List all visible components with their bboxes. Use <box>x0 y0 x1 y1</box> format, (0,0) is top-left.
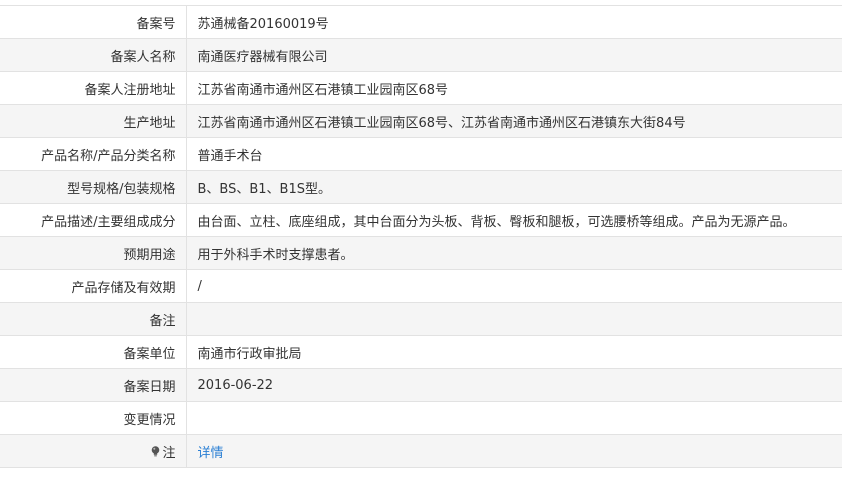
label-record-number: 备案号 <box>0 5 187 39</box>
table-row-registrant-address: 备案人注册地址 江苏省南通市通州区石港镇工业园南区68号 <box>0 71 842 105</box>
table-row-production-address: 生产地址 江苏省南通市通州区石港镇工业园南区68号、江苏省南通市通州区石港镇东大… <box>0 104 842 138</box>
table-row-remarks: 备注 <box>0 302 842 336</box>
label-registrant-address: 备案人注册地址 <box>0 71 187 105</box>
value-remarks <box>186 302 842 336</box>
label-filing-unit: 备案单位 <box>0 335 187 369</box>
label-model-spec: 型号规格/包装规格 <box>0 170 187 204</box>
value-product-description: 由台面、立柱、底座组成，其中台面分为头板、背板、臀板和腿板，可选腰桥等组成。产品… <box>186 203 842 237</box>
label-note-cell: 注 <box>0 434 187 468</box>
value-change-status <box>186 401 842 435</box>
value-production-address: 江苏省南通市通州区石港镇工业园南区68号、江苏省南通市通州区石港镇东大街84号 <box>186 104 842 138</box>
label-registrant-name: 备案人名称 <box>0 38 187 72</box>
table-row-filing-unit: 备案单位 南通市行政审批局 <box>0 335 842 369</box>
table-row-change-status: 变更情况 <box>0 401 842 435</box>
table-row-storage-validity: 产品存储及有效期 / <box>0 269 842 303</box>
label-change-status: 变更情况 <box>0 401 187 435</box>
label-remarks: 备注 <box>0 302 187 336</box>
label-storage-validity: 产品存储及有效期 <box>0 269 187 303</box>
value-record-number: 苏通械备20160019号 <box>186 5 842 39</box>
note-label-text: 注 <box>162 445 176 461</box>
note-label: 注 <box>151 442 176 461</box>
lightbulb-icon <box>151 445 160 457</box>
table-row-intended-use: 预期用途 用于外科手术时支撑患者。 <box>0 236 842 270</box>
value-registrant-address: 江苏省南通市通州区石港镇工业园南区68号 <box>186 71 842 105</box>
table-row-product-description: 产品描述/主要组成成分 由台面、立柱、底座组成，其中台面分为头板、背板、臀板和腿… <box>0 203 842 237</box>
value-note-cell: 详情 <box>186 434 842 468</box>
label-production-address: 生产地址 <box>0 104 187 138</box>
label-filing-date: 备案日期 <box>0 368 187 402</box>
record-table: 备案号 苏通械备20160019号 备案人名称 南通医疗器械有限公司 备案人注册… <box>0 5 842 468</box>
details-link[interactable]: 详情 <box>198 446 224 461</box>
table-row-model-spec: 型号规格/包装规格 B、BS、B1、B1S型。 <box>0 170 842 204</box>
table-row-record-number: 备案号 苏通械备20160019号 <box>0 5 842 39</box>
table-row-note: 注 详情 <box>0 434 842 468</box>
table-row-filing-date: 备案日期 2016-06-22 <box>0 368 842 402</box>
value-filing-date: 2016-06-22 <box>186 368 842 402</box>
table-row-registrant-name: 备案人名称 南通医疗器械有限公司 <box>0 38 842 72</box>
label-product-name: 产品名称/产品分类名称 <box>0 137 187 171</box>
value-registrant-name: 南通医疗器械有限公司 <box>186 38 842 72</box>
label-intended-use: 预期用途 <box>0 236 187 270</box>
value-filing-unit: 南通市行政审批局 <box>186 335 842 369</box>
table-row-product-name: 产品名称/产品分类名称 普通手术台 <box>0 137 842 171</box>
value-product-name: 普通手术台 <box>186 137 842 171</box>
value-storage-validity: / <box>186 269 842 303</box>
value-intended-use: 用于外科手术时支撑患者。 <box>186 236 842 270</box>
value-model-spec: B、BS、B1、B1S型。 <box>186 170 842 204</box>
label-product-description: 产品描述/主要组成成分 <box>0 203 187 237</box>
